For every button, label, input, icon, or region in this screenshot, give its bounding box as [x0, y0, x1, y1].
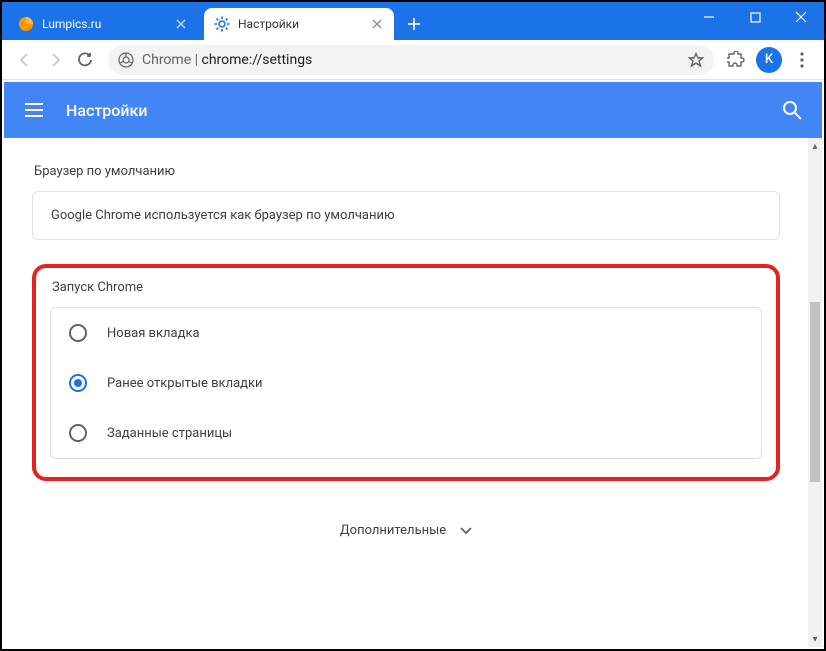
lumpics-favicon: [18, 16, 34, 32]
browser-menu-button[interactable]: [788, 46, 816, 74]
default-browser-status: Google Chrome используется как браузер п…: [51, 208, 395, 223]
browser-title-bar: Lumpics.ru Настройки: [2, 2, 824, 40]
radio-label: Новая вкладка: [107, 326, 200, 341]
tab-title: Lumpics.ru: [42, 17, 166, 31]
window-close-button[interactable]: [778, 2, 824, 32]
new-tab-button[interactable]: [400, 10, 428, 38]
tab-lumpics[interactable]: Lumpics.ru: [8, 8, 198, 40]
radio-icon: [69, 374, 87, 392]
settings-header: Настройки: [4, 82, 822, 138]
scrollbar-thumb[interactable]: [810, 302, 820, 482]
avatar-letter: K: [765, 52, 773, 67]
extensions-icon[interactable]: [722, 46, 750, 74]
chevron-down-icon: [460, 527, 472, 535]
on-startup-card: Новая вкладка Ранее открытые вкладки Зад…: [50, 307, 762, 459]
profile-avatar[interactable]: K: [756, 47, 782, 73]
bookmark-star-icon[interactable]: [688, 52, 704, 68]
search-icon[interactable]: [780, 98, 804, 122]
radio-icon: [69, 424, 87, 442]
address-bar[interactable]: Chrome | chrome://settings: [108, 45, 714, 75]
startup-option-continue[interactable]: Ранее открытые вкладки: [51, 358, 761, 408]
minimize-button[interactable]: [686, 2, 732, 32]
settings-title: Настройки: [66, 101, 780, 120]
default-browser-card: Google Chrome используется как браузер п…: [32, 191, 780, 240]
startup-option-specific-pages[interactable]: Заданные страницы: [51, 408, 761, 458]
advanced-section: Дополнительные: [32, 509, 780, 562]
window-controls: [686, 2, 824, 40]
on-startup-highlight: Запуск Chrome Новая вкладка Ранее открыт…: [32, 264, 780, 481]
startup-option-new-tab[interactable]: Новая вкладка: [51, 308, 761, 358]
advanced-toggle-button[interactable]: Дополнительные: [340, 523, 472, 538]
chrome-icon: [118, 52, 134, 68]
default-browser-section-label: Браузер по умолчанию: [34, 164, 780, 179]
reload-button[interactable]: [70, 45, 100, 75]
scrollbar-down-button[interactable]: ▾: [808, 631, 822, 647]
tab-settings[interactable]: Настройки: [204, 8, 394, 40]
scrollbar-up-button[interactable]: ▴: [808, 138, 822, 154]
gear-icon: [214, 16, 230, 32]
radio-icon: [69, 324, 87, 342]
hamburger-icon[interactable]: [22, 98, 46, 122]
browser-toolbar: Chrome | chrome://settings K: [2, 40, 824, 80]
forward-button[interactable]: [40, 45, 70, 75]
maximize-button[interactable]: [732, 2, 778, 32]
page-content: Настройки ▴ ▾ Браузер по умолчанию Googl…: [4, 82, 822, 647]
radio-label: Заданные страницы: [107, 426, 232, 441]
radio-label: Ранее открытые вкладки: [107, 376, 263, 391]
on-startup-section-label: Запуск Chrome: [52, 280, 762, 295]
back-button[interactable]: [10, 45, 40, 75]
close-icon[interactable]: [370, 17, 384, 31]
settings-body: Браузер по умолчанию Google Chrome испол…: [4, 138, 808, 647]
tab-title: Настройки: [238, 17, 362, 31]
close-icon[interactable]: [174, 17, 188, 31]
url-text: Chrome | chrome://settings: [142, 52, 680, 68]
advanced-label: Дополнительные: [340, 523, 446, 538]
